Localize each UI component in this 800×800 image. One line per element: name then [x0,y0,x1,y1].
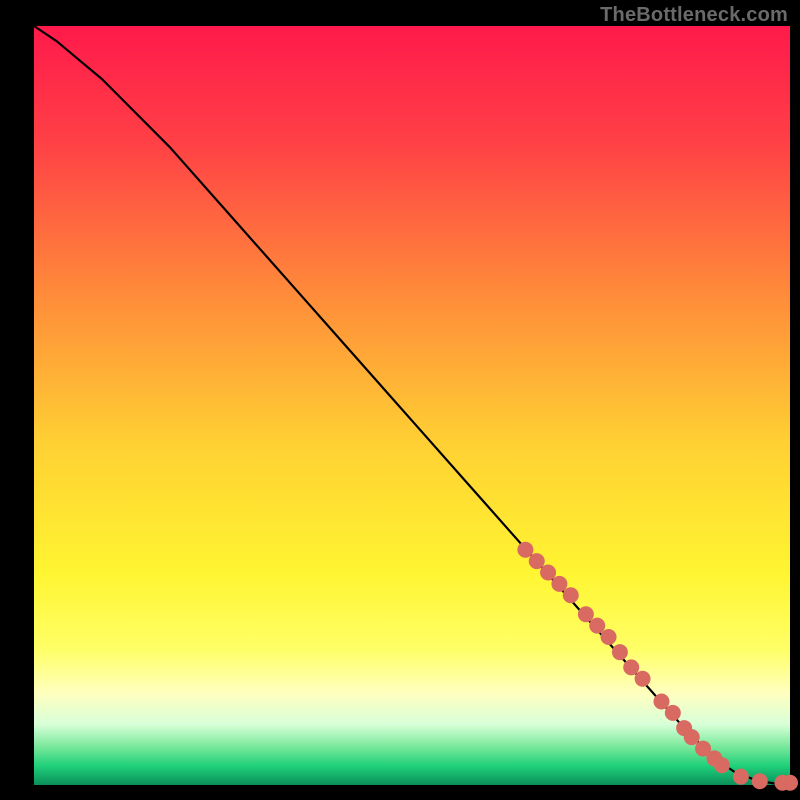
data-point [733,769,749,785]
data-point [684,729,700,745]
data-point [529,553,545,569]
chart-container: TheBottleneck.com [0,0,800,800]
data-point [612,644,628,660]
data-point [665,705,681,721]
chart-svg [0,0,800,800]
data-point [714,757,730,773]
data-point [623,659,639,675]
plot-background [34,26,790,785]
data-point [601,629,617,645]
data-point [540,564,556,580]
data-point [551,576,567,592]
data-point [517,542,533,558]
data-point [578,606,594,622]
data-point [752,773,768,789]
data-point [635,671,651,687]
data-point [782,775,798,791]
data-point [589,618,605,634]
watermark-text: TheBottleneck.com [600,4,788,27]
data-point [653,694,669,710]
data-point [563,587,579,603]
